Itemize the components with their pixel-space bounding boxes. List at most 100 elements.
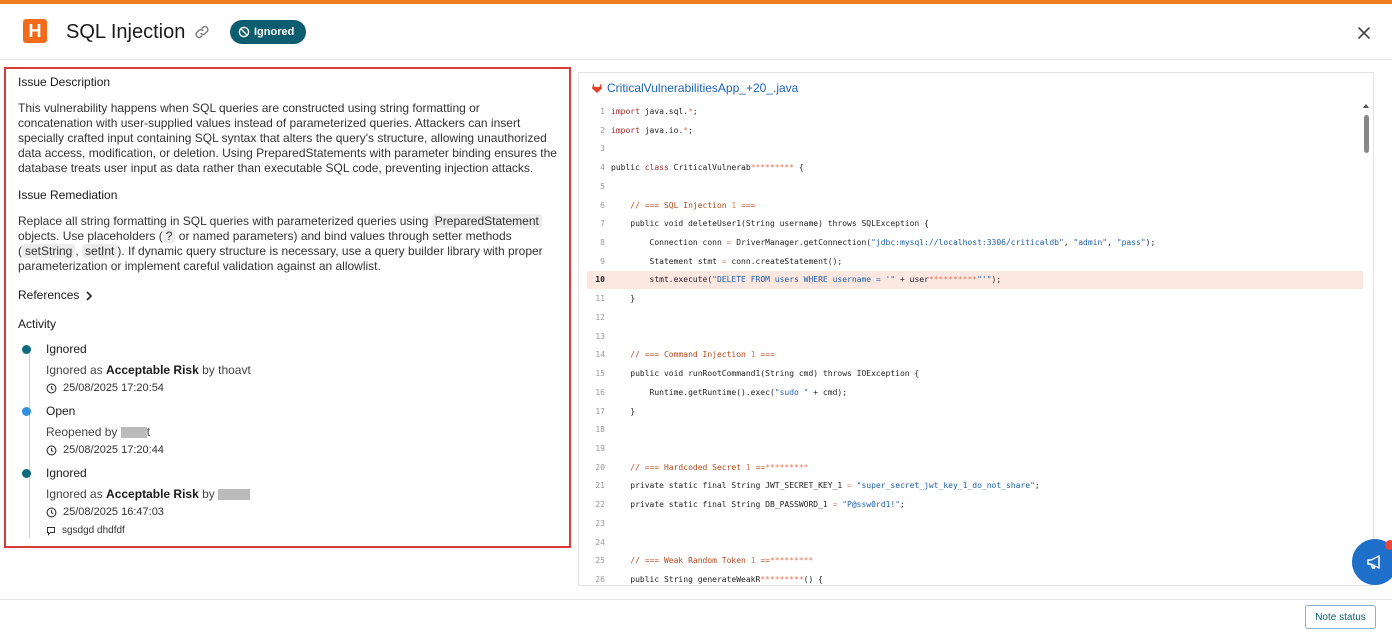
status-badge[interactable]: Ignored: [230, 20, 307, 44]
code-token: "DELETE FROM users WHERE username = '": [712, 275, 896, 285]
code-token: ==: [750, 462, 766, 472]
code-token: *********: [760, 575, 804, 584]
line-number: 24: [595, 537, 605, 547]
status-badge-label: Ignored: [254, 26, 295, 38]
activity-text: Reopened by t: [46, 425, 557, 440]
line-number: 23: [595, 518, 605, 528]
line-number: 9: [600, 256, 605, 266]
activity-timestamp: 25/08/2025 17:20:44: [46, 443, 557, 458]
scrollbar-thumb[interactable]: [1364, 115, 1369, 153]
ban-icon: [238, 26, 250, 38]
references-toggle[interactable]: References: [18, 288, 93, 303]
code-line: 1 import java.sql.*;: [587, 103, 1363, 121]
clock-icon: [46, 383, 57, 394]
code-scrollbar[interactable]: [1361, 102, 1371, 584]
redacted-username: [120, 427, 147, 439]
line-number: 20: [595, 462, 605, 472]
close-icon[interactable]: [1355, 24, 1373, 42]
code-token: private static final String DB_PASSWORD_…: [611, 500, 833, 510]
line-number: 6: [600, 200, 605, 210]
line-number: 8: [600, 238, 605, 248]
references-label: References: [18, 288, 80, 302]
code-line: 21 private static final String JWT_SECRE…: [587, 477, 1363, 495]
code-token: import: [611, 107, 640, 116]
activity-status: Ignored: [46, 342, 87, 356]
comment-icon: [47, 526, 55, 536]
line-number: 26: [595, 575, 605, 584]
line-number: 7: [600, 219, 605, 229]
line-number: 11: [595, 294, 605, 304]
page-title: SQL Injection: [66, 21, 186, 43]
megaphone-icon: [1367, 555, 1380, 569]
file-tab[interactable]: CriticalVulnerabilitiesApp_+20_.java: [591, 81, 798, 95]
code-line: 22 private static final String DB_PASSWO…: [587, 496, 1363, 514]
code-token: ==: [755, 556, 770, 566]
activity-item: Open Reopened by t 25/08/2025 17:20:44: [22, 404, 557, 458]
code-token: Connection conn: [611, 238, 727, 248]
modal-header: H SQL Injection Ignored: [0, 4, 1392, 60]
code-line: 20 // === Hardcoded Secret 1 ==*********: [587, 459, 1363, 477]
clock-icon: [46, 445, 57, 456]
code-chip: PreparedStatement: [431, 214, 542, 228]
code-area[interactable]: 1 import java.sql.*; 2 import java.io.*; 3 4 p…: [587, 103, 1363, 585]
code-token: "pass": [1116, 238, 1146, 248]
activity-reason: Acceptable Risk: [106, 363, 199, 377]
code-token: class: [644, 163, 669, 173]
code-line: 24: [587, 534, 1363, 552]
code-token: // === Hardcoded Secret: [630, 462, 746, 472]
code-token: conn.createStatement();: [726, 256, 843, 266]
code-line: 11 }: [587, 290, 1363, 308]
timeline-dot: [22, 407, 31, 416]
issue-remediation-title: Issue Remediation: [18, 188, 118, 202]
code-token: }: [611, 294, 636, 304]
redacted-username: [218, 489, 251, 501]
code-line: 18: [587, 421, 1363, 439]
code-token: + user: [895, 275, 929, 285]
note-status-button[interactable]: Note status: [1305, 605, 1376, 629]
app-logo: H: [23, 19, 47, 43]
code-token: **********: [928, 275, 978, 285]
line-number: 3: [600, 144, 605, 154]
activity-item: Ignored Ignored as Acceptable Risk by th…: [22, 342, 557, 396]
issue-details-panel: Issue Description This vulnerability hap…: [4, 67, 571, 548]
scroll-up-arrow[interactable]: [1363, 104, 1369, 108]
code-line: 4 public class CriticalVulnerab********* …: [587, 159, 1363, 177]
announcement-button[interactable]: [1352, 539, 1392, 585]
activity-note: sgsdgd dhdfdf: [62, 525, 125, 536]
code-line: 9 Statement stmt = conn.createStatement(…: [587, 253, 1363, 271]
code-token: *********: [769, 556, 814, 566]
activity-reason: Acceptable Risk: [106, 487, 199, 501]
link-icon[interactable]: [194, 24, 210, 40]
code-token: "jdbc:mysql://localhost:3306/criticaldb": [871, 238, 1064, 248]
code-line: 8 Connection conn = DriverManager.getCon…: [587, 234, 1363, 252]
code-token: ===: [755, 350, 775, 360]
line-number: 15: [595, 369, 605, 379]
activity-time: 25/08/2025 17:20:44: [63, 444, 164, 456]
activity-text: Ignored as Acceptable Risk by thoavt: [46, 363, 557, 378]
code-token: public void deleteUser1(String username)…: [611, 219, 929, 229]
line-number: 19: [595, 443, 605, 453]
activity-title: Activity: [18, 317, 57, 331]
activity-user: by thoavt: [198, 363, 251, 377]
code-token: "sudo ": [774, 387, 809, 397]
line-number: 18: [595, 425, 605, 435]
activity-user: by: [198, 487, 219, 501]
code-token: java.sql.: [639, 107, 689, 116]
code-line: 3: [587, 140, 1363, 158]
issue-description-text: This vulnerability happens when SQL quer…: [18, 101, 557, 175]
code-line: 10 stmt.execute("DELETE FROM users WHERE…: [587, 271, 1363, 290]
activity-text: Ignored as Acceptable Risk by: [46, 487, 557, 502]
timeline-dot: [22, 469, 31, 478]
code-line: 17 }: [587, 403, 1363, 421]
clock-icon: [46, 507, 57, 518]
line-number: 10: [595, 275, 605, 285]
issue-description-title: Issue Description: [18, 75, 111, 89]
file-name-link[interactable]: CriticalVulnerabilitiesApp_+20_.java: [607, 81, 798, 95]
line-number: 22: [595, 500, 605, 510]
code-token: }: [611, 406, 636, 416]
code-viewer: CriticalVulnerabilitiesApp_+20_.java 1 im…: [578, 72, 1374, 586]
chevron-right-icon: [86, 290, 93, 301]
line-number: 13: [595, 331, 605, 341]
